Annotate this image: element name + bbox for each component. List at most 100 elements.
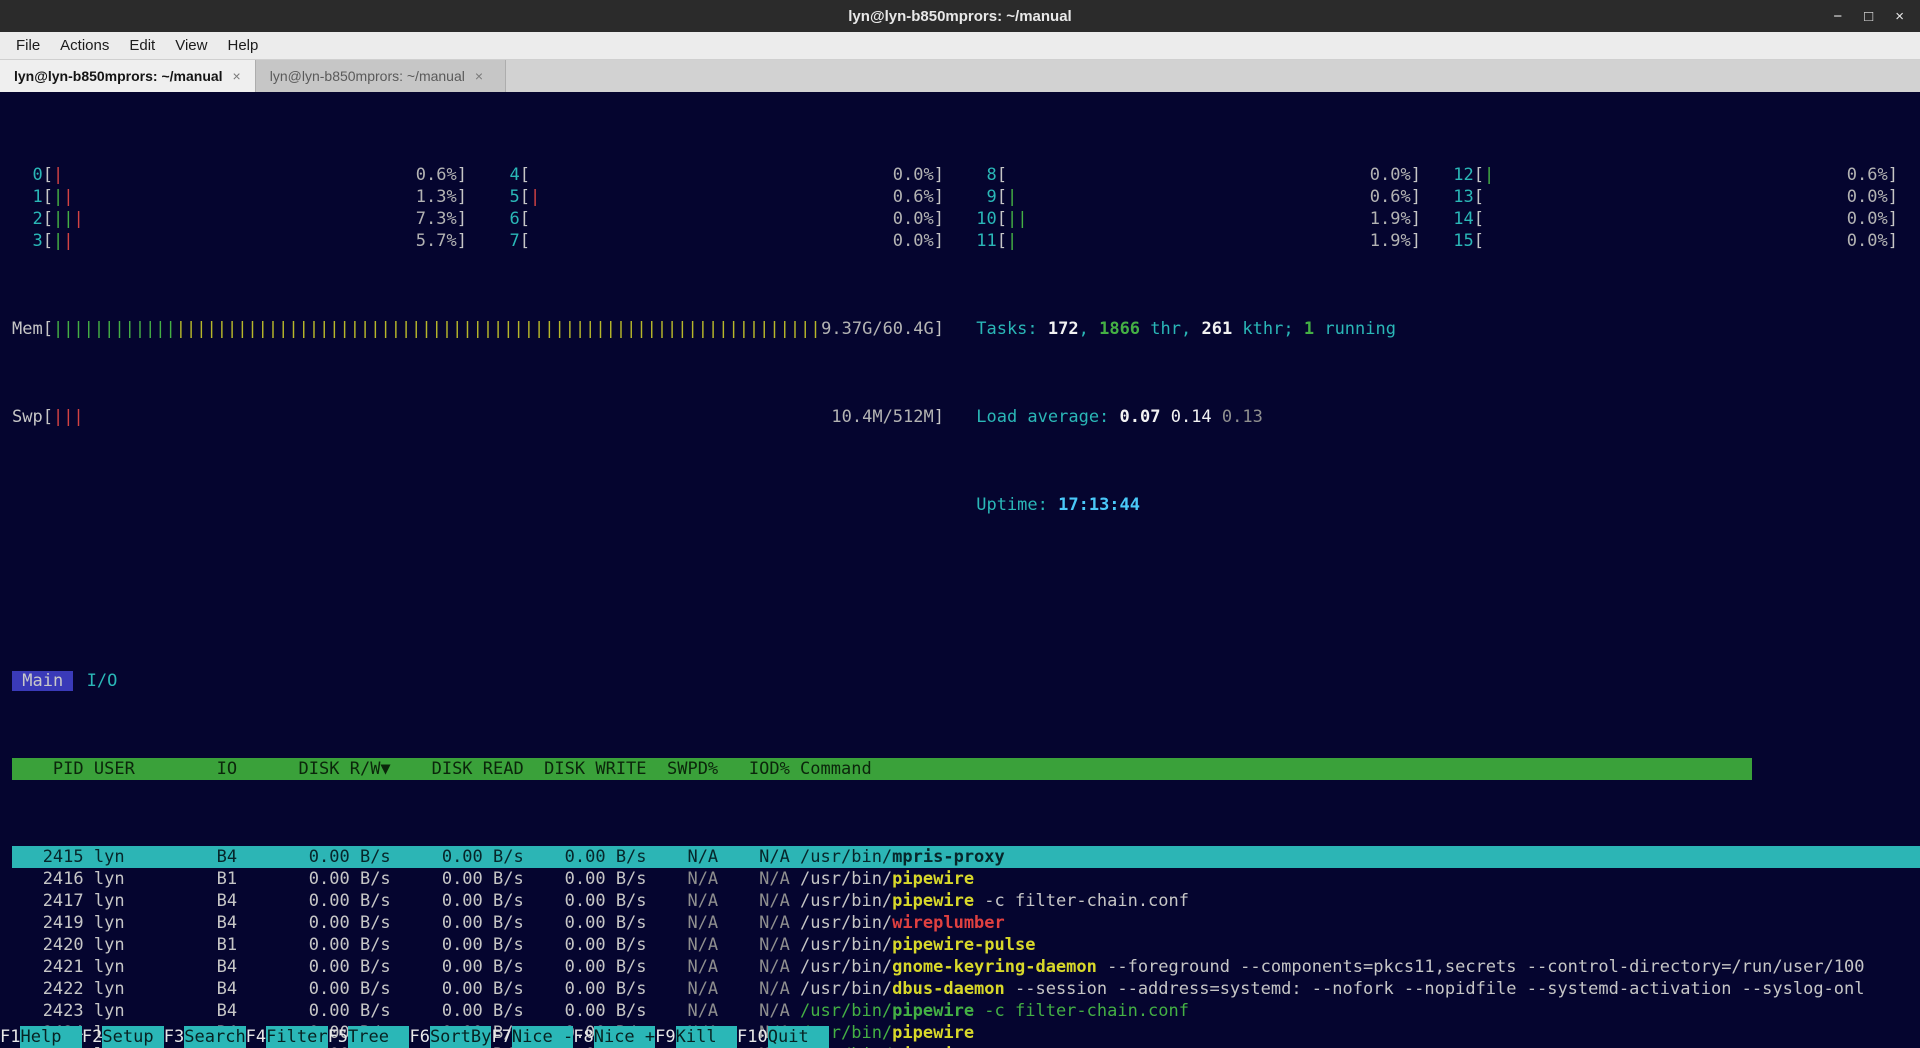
cpu-meter-13: 13[0.0%] <box>1443 186 1920 208</box>
col-header-command[interactable]: Command <box>790 758 872 780</box>
close-button[interactable]: × <box>1895 8 1904 25</box>
fn-f5-tree[interactable]: F5Tree <box>328 1027 410 1047</box>
cpu-meter-5: 5[|0.6%] <box>489 186 966 208</box>
fn-f4-filter[interactable]: F4Filter <box>246 1027 328 1047</box>
process-row[interactable]: 2419lynB40.00 B/s0.00 B/s0.00 B/sN/AN/A/… <box>12 912 1920 934</box>
load-5min: 0.14 <box>1171 407 1222 427</box>
cpu-meter-9: 9[|0.6%] <box>966 186 1443 208</box>
menu-file[interactable]: File <box>6 33 50 58</box>
threads-label: thr, <box>1140 319 1201 339</box>
function-key-bar: F1HelpF2SetupF3SearchF4FilterF5TreeF6Sor… <box>0 1026 1920 1048</box>
col-header-io[interactable]: IO <box>206 758 237 780</box>
process-command: /usr/bin/wireplumber <box>790 912 1005 934</box>
process-row[interactable]: 2420lynB10.00 B/s0.00 B/s0.00 B/sN/AN/A/… <box>12 934 1920 956</box>
window-controls: − □ × <box>1833 8 1920 25</box>
cpu-meter-8: 8[0.0%] <box>966 164 1443 186</box>
tab-close-icon[interactable]: × <box>233 68 241 84</box>
process-row[interactable]: 2421lynB40.00 B/s0.00 B/s0.00 B/sN/AN/A/… <box>12 956 1920 978</box>
window-title: lyn@lyn-b850mprors: ~/manual <box>0 8 1920 25</box>
load-15min: 0.13 <box>1222 407 1263 427</box>
col-header-user[interactable]: USER <box>84 758 207 780</box>
tab-label: lyn@lyn-b850mprors: ~/manual <box>270 68 465 84</box>
bracket: ] <box>934 406 944 428</box>
cpu-meter-15: 15[0.0%] <box>1443 230 1920 252</box>
uptime-value: 17:13:44 <box>1058 495 1140 515</box>
terminal-tab-active[interactable]: lyn@lyn-b850mprors: ~/manual × <box>0 60 256 92</box>
tasks-count: 172 <box>1048 319 1079 339</box>
fn-f2-setup[interactable]: F2Setup <box>82 1027 164 1047</box>
swap-meter-value: 10.4M/512M <box>831 406 933 428</box>
tasks-line: Tasks: 172, 1866 thr, 261 kthr; 1 runnin… <box>966 318 1920 340</box>
bracket: [ <box>43 406 53 428</box>
terminal-tabbar: lyn@lyn-b850mprors: ~/manual × lyn@lyn-b… <box>0 60 1920 92</box>
fn-f1-help[interactable]: F1Help <box>0 1027 82 1047</box>
fn-f6-sortby[interactable]: F6SortBy <box>409 1027 491 1047</box>
tasks-sep: , <box>1079 319 1099 339</box>
memory-meter-value: 9.37G/60.4G <box>821 318 934 340</box>
tab-label: lyn@lyn-b850mprors: ~/manual <box>14 68 223 84</box>
swap-bar: ||| <box>53 406 831 428</box>
swap-meter-label: Swp <box>12 406 43 428</box>
menu-help[interactable]: Help <box>217 33 268 58</box>
load-average-line: Load average: 0.07 0.14 0.13 <box>966 406 1920 428</box>
cpu-meter-4: 4[0.0%] <box>489 164 966 186</box>
screen-tab-main[interactable]: Main <box>12 671 73 691</box>
process-row[interactable]: 2423lynB40.00 B/s0.00 B/s0.00 B/sN/AN/A/… <box>12 1000 1920 1022</box>
col-header-pid[interactable]: PID <box>12 758 84 780</box>
swap-meter: Swp[|||10.4M/512M] <box>12 406 966 428</box>
load-average-label: Load average: <box>976 407 1119 427</box>
maximize-button[interactable]: □ <box>1864 8 1873 25</box>
kthreads-label: kthr; <box>1232 319 1304 339</box>
fn-f3-search[interactable]: F3Search <box>164 1027 246 1047</box>
process-command: /usr/bin/pipewire <box>790 868 974 890</box>
process-command: /usr/bin/dbus-daemon --session --address… <box>790 978 1865 1000</box>
kthreads-count: 261 <box>1201 319 1232 339</box>
minimize-button[interactable]: − <box>1833 8 1842 25</box>
memory-bar: ||||||||||||||||||||||||||||||||||||||||… <box>53 318 821 340</box>
menu-view[interactable]: View <box>165 33 217 58</box>
terminal-window: lyn@lyn-b850mprors: ~/manual − □ × File … <box>0 0 1920 1048</box>
cpu-meter-1: 1[||1.3%] <box>12 186 489 208</box>
process-command: /usr/bin/pipewire -c filter-chain.conf <box>790 1000 1189 1022</box>
menubar: File Actions Edit View Help <box>0 32 1920 60</box>
process-row[interactable]: 2417lynB40.00 B/s0.00 B/s0.00 B/sN/AN/A/… <box>12 890 1920 912</box>
cpu-meter-7: 7[0.0%] <box>489 230 966 252</box>
col-header-swpd[interactable]: SWPD% <box>647 758 719 780</box>
process-list: 2415lynB40.00 B/s0.00 B/s0.00 B/sN/AN/A/… <box>12 846 1920 1048</box>
col-header-disk-write[interactable]: DISK WRITE <box>524 758 647 780</box>
cpu-meter-12: 12[|0.6%] <box>1443 164 1920 186</box>
threads-count: 1866 <box>1099 319 1140 339</box>
process-row[interactable]: 2416lynB10.00 B/s0.00 B/s0.00 B/sN/AN/A/… <box>12 868 1920 890</box>
tasks-label: Tasks: <box>976 319 1048 339</box>
cpu-meter-14: 14[0.0%] <box>1443 208 1920 230</box>
process-command: /usr/bin/pipewire -c filter-chain.conf <box>790 890 1189 912</box>
process-command: /usr/bin/pipewire-pulse <box>790 934 1036 956</box>
menu-edit[interactable]: Edit <box>119 33 165 58</box>
process-row[interactable]: 2422lynB40.00 B/s0.00 B/s0.00 B/sN/AN/A/… <box>12 978 1920 1000</box>
screen-tab-io[interactable]: I/O <box>76 671 127 691</box>
cpu-meter-11: 11[|1.9%] <box>966 230 1443 252</box>
memory-meter-label: Mem <box>12 318 43 340</box>
col-header-iod[interactable]: IOD% <box>718 758 790 780</box>
menu-actions[interactable]: Actions <box>50 33 119 58</box>
tab-close-icon[interactable]: × <box>475 68 483 84</box>
col-header-disk-read[interactable]: DISK READ <box>391 758 524 780</box>
process-command: /usr/bin/mpris-proxy <box>790 846 1005 868</box>
running-count: 1 <box>1304 319 1314 339</box>
cpu-meter-3: 3[||5.7%] <box>12 230 489 252</box>
load-1min: 0.07 <box>1120 407 1171 427</box>
bracket: ] <box>934 318 944 340</box>
uptime-line: Uptime: 17:13:44 <box>966 494 1920 516</box>
fn-f8-nice-[interactable]: F8Nice + <box>573 1027 655 1047</box>
terminal[interactable]: 0[|0.6%]1[||1.3%]2[|||7.3%]3[||5.7%]4[0.… <box>0 92 1920 1048</box>
fn-f10-quit[interactable]: F10Quit <box>737 1027 829 1047</box>
fn-f7-nice-[interactable]: F7Nice - <box>491 1027 573 1047</box>
col-header-disk-rw[interactable]: DISK R/W▼ <box>237 758 391 780</box>
cpu-meters: 0[|0.6%]1[||1.3%]2[|||7.3%]3[||5.7%]4[0.… <box>12 164 1920 252</box>
terminal-tab-inactive[interactable]: lyn@lyn-b850mprors: ~/manual × <box>256 60 506 92</box>
process-command: /usr/bin/gnome-keyring-daemon --foregrou… <box>790 956 1865 978</box>
running-label: running <box>1314 319 1396 339</box>
process-row-selected[interactable]: 2415lynB40.00 B/s0.00 B/s0.00 B/sN/AN/A/… <box>12 846 1920 868</box>
fn-f9-kill[interactable]: F9Kill <box>655 1027 737 1047</box>
screen-tabs: MainI/O <box>12 670 1920 692</box>
